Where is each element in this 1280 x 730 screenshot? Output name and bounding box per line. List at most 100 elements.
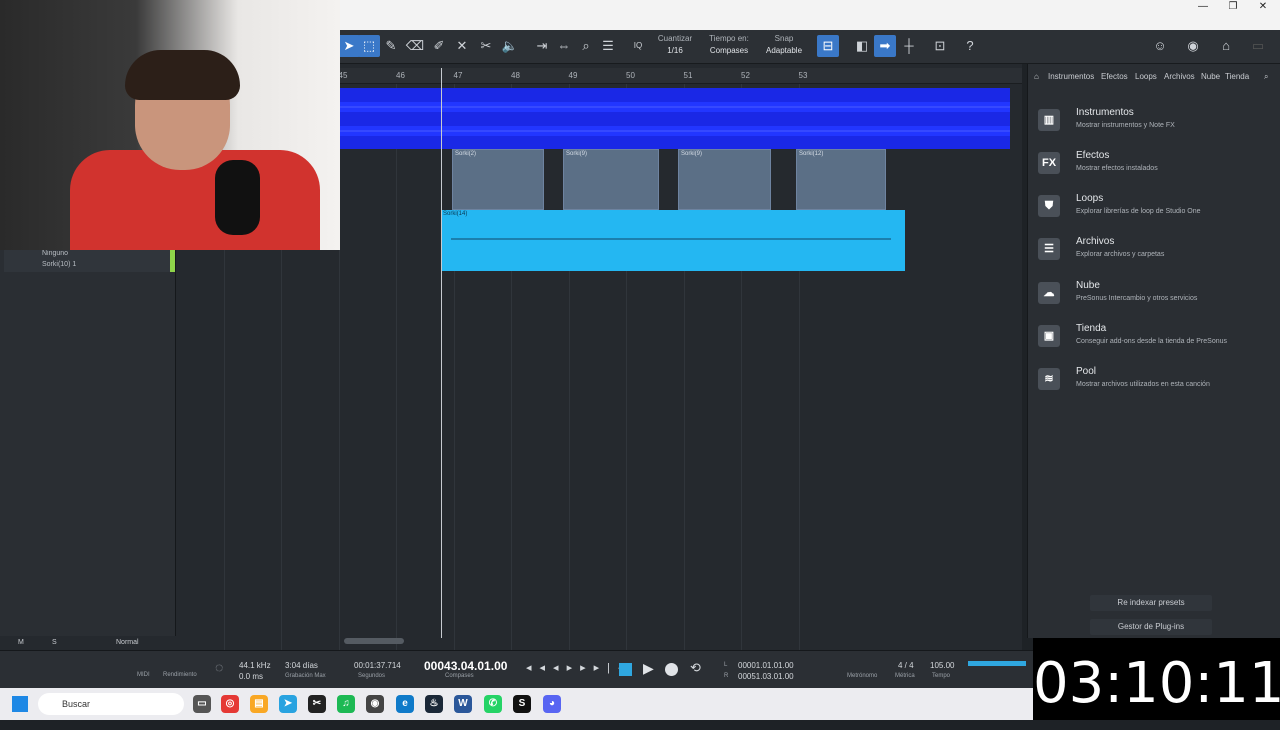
tab-archivos[interactable]: Archivos <box>1164 72 1195 81</box>
steam-icon[interactable]: ♨ <box>425 695 443 713</box>
plugin-manager-button[interactable]: Gestor de Plug-ins <box>1090 619 1212 635</box>
split-tool-icon[interactable]: ✂ <box>475 35 497 57</box>
user-icon[interactable]: ☺ <box>1149 35 1171 57</box>
edge-icon[interactable]: e <box>396 695 414 713</box>
taskbar-search[interactable]: Buscar <box>38 693 184 715</box>
presonus-icon[interactable]: ◉ <box>1182 35 1204 57</box>
close-button[interactable]: ✕ <box>1248 0 1278 14</box>
telegram-icon[interactable]: ➤ <box>279 695 297 713</box>
time-select[interactable]: Compases <box>703 46 755 55</box>
obs-icon[interactable]: ◉ <box>366 695 384 713</box>
audio-clip[interactable]: Sorki(2) <box>452 149 544 210</box>
audio-clip[interactable]: Sorki(9) <box>678 149 771 210</box>
ruler-bar-number[interactable]: 46 <box>396 71 405 80</box>
seconds-display[interactable]: 00:01:37.714 <box>354 661 401 670</box>
reindex-presets-button[interactable]: Re indexar presets <box>1090 595 1212 611</box>
autoscroll-icon[interactable]: ◧ <box>851 35 873 57</box>
range-tool-icon[interactable]: ⬚ <box>358 35 380 57</box>
transport-nav-icons[interactable]: ◂◂◂▸▸▸|◂ <box>526 661 632 674</box>
tempo-value[interactable]: 105.00 <box>930 661 954 670</box>
quantize-select[interactable]: 1/16 <box>652 46 698 55</box>
mute-all-button[interactable]: M <box>18 639 24 646</box>
track-row[interactable]: Ninguno <box>4 250 174 261</box>
pencil-tool-icon[interactable]: ✎ <box>380 35 402 57</box>
sample-rate: 44.1 kHz <box>239 661 271 670</box>
position-display[interactable]: 00043.04.01.00 <box>424 659 507 673</box>
tab-nube[interactable]: Nube <box>1201 72 1220 81</box>
tab-tienda[interactable]: Tienda <box>1225 72 1249 81</box>
loop-start[interactable]: 00001.01.01.00 <box>738 661 794 670</box>
mute-tool-icon[interactable]: ✕ <box>451 35 473 57</box>
chrome-icon[interactable]: ◎ <box>221 695 239 713</box>
position-label: Compases <box>445 673 474 679</box>
page-icon[interactable]: ▭ <box>1247 35 1269 57</box>
snap-toggle-icon[interactable]: ⊟ <box>817 35 839 57</box>
loop-icon[interactable]: ⟲ <box>690 660 701 676</box>
paint-tool-icon[interactable]: ✐ <box>428 35 450 57</box>
search-icon[interactable]: ⌕ <box>1264 72 1268 82</box>
arrow-tool-icon[interactable]: ➤ <box>338 35 360 57</box>
ruler-bar-number[interactable]: 50 <box>626 71 635 80</box>
file-explorer-icon[interactable]: ▤ <box>250 695 268 713</box>
home-icon[interactable]: ⌂ <box>1215 35 1237 57</box>
transform-tool-icon[interactable]: ☰ <box>597 35 619 57</box>
task-view-icon[interactable]: ▭ <box>193 695 211 713</box>
browser-item-loops[interactable]: ⛊ Loops Explorar librerías de loop de St… <box>1038 193 1278 233</box>
cursor-follow-icon[interactable]: ┼ <box>898 35 920 57</box>
browser-item-efectos[interactable]: FX Efectos Mostrar efectos instalados <box>1038 150 1278 190</box>
ruler-bar-number[interactable]: 53 <box>799 71 808 80</box>
studio-one-icon[interactable]: S <box>513 695 531 713</box>
ruler-bar-number[interactable]: 48 <box>511 71 520 80</box>
follow-icon[interactable]: ➡ <box>874 35 896 57</box>
quantize-label: Cuantizar <box>657 34 693 43</box>
spotify-icon[interactable]: ♫ <box>337 695 355 713</box>
audio-clip[interactable]: Sorki(12) <box>796 149 886 210</box>
browser-item-archivos[interactable]: ☰ Archivos Explorar archivos y carpetas <box>1038 236 1278 276</box>
screen-icon[interactable]: ⊡ <box>929 35 951 57</box>
eraser-tool-icon[interactable]: ⌫ <box>404 35 426 57</box>
help-icon[interactable]: ? <box>959 35 981 57</box>
loop-end[interactable]: 00051.03.01.00 <box>738 672 794 681</box>
browser-item-tienda[interactable]: ▣ Tienda Conseguir add-ons desde la tien… <box>1038 323 1278 363</box>
play-button[interactable]: ▶ <box>643 660 654 677</box>
tab-efectos[interactable]: Efectos <box>1101 72 1128 81</box>
record-button[interactable] <box>665 663 678 676</box>
performance-icon: ◌ <box>215 659 224 675</box>
ruler-bar-number[interactable]: 51 <box>684 71 693 80</box>
iq-button[interactable]: IQ <box>627 35 649 57</box>
ruler-bar-number[interactable]: 52 <box>741 71 750 80</box>
stretch-tool-icon[interactable]: ⇔ <box>553 35 575 57</box>
audio-clip[interactable]: Sorki(9) <box>563 149 659 210</box>
audio-clip-selected[interactable]: Sorki(14) <box>441 210 905 271</box>
seconds-label: Segundos <box>358 673 386 679</box>
windows-start-icon[interactable] <box>12 696 28 712</box>
browser-item-nube[interactable]: ☁ Nube PreSonus Intercambio y otros serv… <box>1038 280 1278 320</box>
capcut-icon[interactable]: ✂ <box>308 695 326 713</box>
horizontal-scrollbar[interactable] <box>344 638 404 644</box>
listen-tool-icon[interactable]: 🔈 <box>499 35 521 57</box>
browser-item-instrumentos[interactable]: ▥ Instrumentos Mostrar instrumentos y No… <box>1038 107 1278 147</box>
stop-button[interactable] <box>619 663 632 676</box>
track-row[interactable]: Sorki(10) 1 <box>4 261 174 272</box>
zoom-tool-icon[interactable]: ⌕ <box>575 35 597 57</box>
solo-all-button[interactable]: S <box>52 639 57 646</box>
loop-icon: ⛊ <box>1038 195 1060 217</box>
snap-select[interactable]: Adaptable <box>758 46 810 55</box>
ruler-bar-number[interactable]: 47 <box>454 71 463 80</box>
word-icon[interactable]: W <box>454 695 472 713</box>
ruler-bar-number[interactable]: 49 <box>569 71 578 80</box>
meter-value[interactable]: 4 / 4 <box>898 661 914 670</box>
bend-tool-icon[interactable]: ⇥ <box>531 35 553 57</box>
home-tab-icon[interactable]: ⌂ <box>1034 72 1039 81</box>
playhead[interactable] <box>441 68 442 638</box>
tab-loops[interactable]: Loops <box>1135 72 1157 81</box>
browser-item-pool[interactable]: ≋ Pool Mostrar archivos utilizados en es… <box>1038 366 1278 406</box>
files-icon: ☰ <box>1038 238 1060 260</box>
person-hair <box>125 50 240 100</box>
mode-select[interactable]: Normal <box>116 639 139 646</box>
discord-icon[interactable]: ◕ <box>543 695 561 713</box>
restore-button[interactable]: ❐ <box>1218 0 1248 14</box>
minimize-button[interactable]: — <box>1188 0 1218 14</box>
whatsapp-icon[interactable]: ✆ <box>484 695 502 713</box>
tab-instrumentos[interactable]: Instrumentos <box>1048 72 1094 81</box>
